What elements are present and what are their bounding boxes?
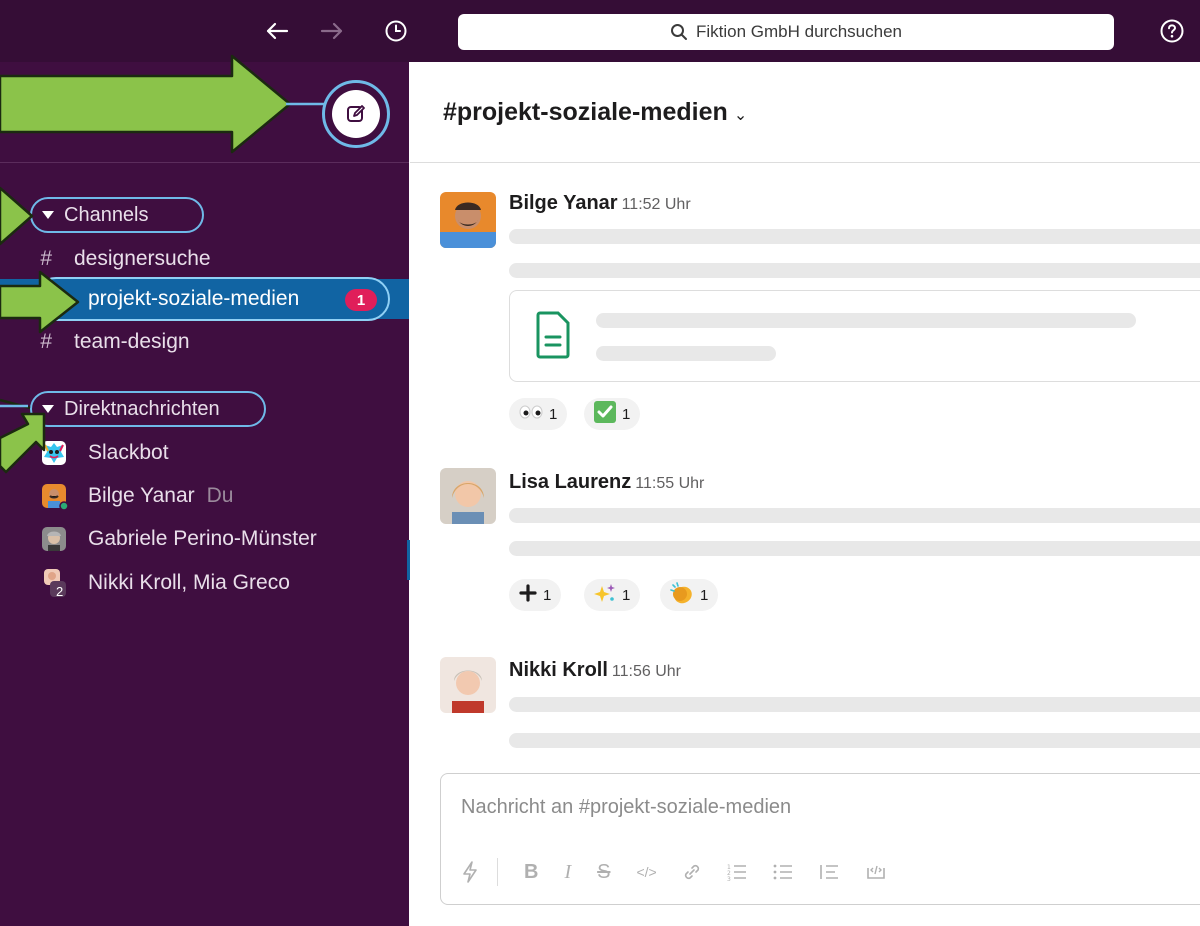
history-clock-icon[interactable] [381, 16, 411, 46]
code-block-icon[interactable] [865, 862, 887, 882]
dm-gabriele-perino-muenster[interactable]: Gabriele Perino-Münster [0, 519, 409, 559]
caret-down-icon [42, 211, 54, 219]
sidebar-divider [0, 162, 409, 163]
avatar[interactable] [440, 657, 496, 713]
dm-label: Slackbot [88, 441, 169, 464]
dm-label: Gabriele Perino-Münster [88, 527, 317, 550]
channel-title-text: #projekt-soziale-medien [443, 98, 728, 126]
clap-emoji-icon [670, 582, 694, 608]
channel-header: #projekt-soziale-medien ⌄ [410, 62, 1200, 163]
avatar[interactable] [440, 468, 496, 524]
gabriele-avatar [42, 527, 66, 551]
author-name: Lisa Laurenz [509, 471, 632, 493]
channel-title[interactable]: #projekt-soziale-medien ⌄ [443, 98, 747, 127]
channel-label: designersuche [74, 247, 211, 270]
compose-pencil-icon [347, 105, 365, 122]
reaction-clap[interactable]: 1 [660, 579, 719, 611]
annotation-arrow-channels [0, 186, 34, 246]
unread-badge: 1 [345, 289, 377, 311]
plus-emoji-icon [519, 584, 537, 606]
author-name: Nikki Kroll [509, 659, 608, 681]
message-author[interactable]: Bilge Yanar 11:52 Uhr [509, 192, 691, 215]
placeholder-line [509, 697, 1200, 712]
dm-label: Bilge Yanar Du [88, 484, 234, 508]
shortcuts-lightning-icon[interactable] [461, 861, 479, 883]
bold-icon[interactable]: B [524, 861, 538, 884]
placeholder-line [509, 508, 1200, 523]
annotation-arrow-compose [0, 54, 324, 154]
placeholder-line [596, 346, 776, 361]
formatting-toolbar: B I S </> 123 [461, 858, 887, 886]
message-composer[interactable]: Nachricht an #projekt-soziale-medien B I… [440, 773, 1200, 905]
search-placeholder: Fiktion GmbH durchsuchen [696, 22, 902, 41]
placeholder-line [509, 541, 1200, 556]
avatar[interactable] [440, 192, 496, 248]
placeholder-line [596, 313, 1136, 328]
reaction-count: 1 [622, 405, 631, 423]
channels-section-header[interactable]: Channels [30, 197, 204, 233]
reaction-check[interactable]: 1 [584, 398, 641, 430]
channels-header-label: Channels [64, 203, 149, 226]
forward-arrow-icon[interactable] [317, 16, 347, 46]
reaction-count: 1 [700, 586, 709, 604]
self-indicator: Du [206, 484, 234, 507]
search-bar[interactable]: Fiktion GmbH durchsuchen [458, 14, 1114, 50]
group-count: 2 [56, 584, 64, 599]
sparkles-emoji-icon [594, 582, 616, 608]
document-icon [536, 311, 570, 359]
reaction-plus[interactable]: 1 [509, 579, 562, 611]
message-author[interactable]: Lisa Laurenz 11:55 Uhr [509, 471, 704, 494]
svg-text:3: 3 [727, 876, 731, 881]
back-arrow-icon[interactable] [262, 16, 292, 46]
reaction-count: 1 [543, 586, 552, 604]
dm-label-name: Bilge Yanar [88, 484, 195, 507]
file-attachment[interactable] [509, 290, 1200, 382]
eyes-emoji-icon [519, 405, 543, 423]
reaction-sparkles[interactable]: 1 [584, 579, 641, 611]
chevron-down-icon: ⌄ [733, 107, 748, 124]
toolbar-separator [497, 858, 498, 886]
reaction-eyes[interactable]: 1 [509, 398, 568, 430]
message-time: 11:55 Uhr [635, 475, 705, 492]
author-name: Bilge Yanar [509, 192, 618, 214]
search-icon [671, 24, 687, 40]
placeholder-line [509, 263, 1200, 278]
italic-icon[interactable]: I [564, 861, 571, 884]
dm-bilge-yanar[interactable]: Bilge Yanar Du [0, 476, 409, 516]
channel-label: team-design [74, 330, 190, 353]
message-author[interactable]: Nikki Kroll 11:56 Uhr [509, 659, 681, 682]
composer-input[interactable]: Nachricht an #projekt-soziale-medien [461, 796, 791, 819]
reaction-count: 1 [549, 405, 558, 423]
help-icon[interactable] [1157, 16, 1187, 46]
blockquote-icon[interactable] [819, 863, 839, 881]
placeholder-line [509, 229, 1200, 244]
dm-header-label: Direktnachrichten [64, 397, 220, 420]
active-channel-highlight [34, 277, 390, 321]
message-time: 11:52 Uhr [621, 196, 691, 213]
strikethrough-icon[interactable]: S [597, 861, 610, 884]
code-icon[interactable]: </> [636, 864, 656, 880]
main-panel: #projekt-soziale-medien ⌄ Bilge Yanar 11:5… [410, 62, 1200, 926]
compose-button[interactable] [322, 80, 390, 148]
annotation-arrow-active-channel [0, 270, 80, 334]
placeholder-line [509, 733, 1200, 748]
ordered-list-icon[interactable]: 123 [727, 863, 747, 881]
bilge-yanar-avatar [42, 484, 69, 511]
bulleted-list-icon[interactable] [773, 863, 793, 881]
link-icon[interactable] [683, 863, 701, 881]
dm-label: Nikki Kroll, Mia Greco [88, 571, 290, 594]
dm-nikki-kroll-mia-greco[interactable]: 2 Nikki Kroll, Mia Greco [0, 563, 409, 603]
annotation-arrow-dms [0, 398, 46, 474]
message-time: 11:56 Uhr [611, 663, 681, 680]
reaction-count: 1 [622, 586, 631, 604]
check-mark-emoji-icon [594, 401, 616, 427]
